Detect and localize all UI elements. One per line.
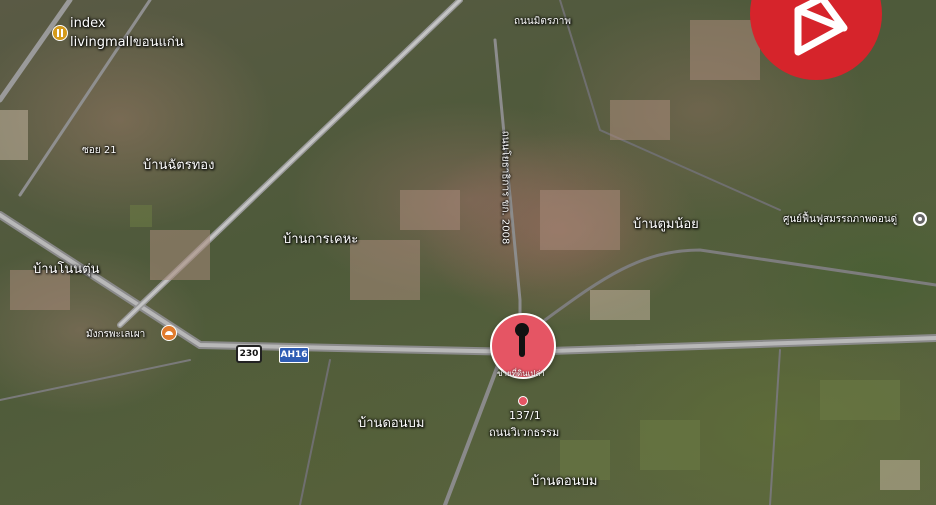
pin-address-street: ถนนวิเวกธรรม <box>489 426 560 439</box>
place-label-ban-nontun: บ้านโนนตุ่น <box>33 262 100 277</box>
road-east-vertical <box>769 349 781 505</box>
road-label-vertical: ถนนโยธาธิการ ขก. 2008 <box>499 130 511 245</box>
place-label-ban-tumnoi: บ้านตูมน้อย <box>633 217 699 232</box>
road-label-top: ถนนมิตรภาพ <box>514 16 571 27</box>
place-label-ban-karnkeha: บ้านการเคหะ <box>283 232 359 247</box>
place-icon[interactable] <box>913 212 927 226</box>
satellite-map[interactable]: index livingmallขอนแก่น ซอย 21 ถนนมิตรภา… <box>0 0 936 505</box>
road-southwest <box>0 359 191 401</box>
route-230-shield: 230 <box>236 345 262 363</box>
place-label-ban-chattong: บ้านฉัตรทอง <box>143 158 215 173</box>
brand-logo-icon[interactable] <box>750 0 882 80</box>
pin-label: ขายที่ดินเปล่า <box>497 369 545 378</box>
place-label-ban-donbom-2: บ้านดอนบม <box>531 474 598 489</box>
pin-anchor-dot <box>518 396 528 406</box>
poi-label-center[interactable]: ศูนย์ฟื้นฟูสมรรถภาพดอนดู่ <box>783 212 897 227</box>
poi-label-livingmall[interactable]: livingmallขอนแก่น <box>70 31 184 52</box>
soi-label: ซอย 21 <box>82 145 117 156</box>
route-ah16-shield: AH16 <box>279 347 309 363</box>
poi-label-index[interactable]: index <box>70 16 106 31</box>
road-south-2 <box>299 359 331 505</box>
pin-address-number: 137/1 <box>509 409 541 422</box>
pin-needle <box>515 323 529 357</box>
residential-blocks <box>10 20 760 310</box>
road-west <box>0 0 73 103</box>
poi-label-mangkorn[interactable]: มังกรพะเลเผา <box>86 327 145 342</box>
place-label-ban-donbom-1: บ้านดอนบม <box>358 416 425 431</box>
restaurant-icon[interactable] <box>161 325 177 341</box>
shopping-bag-icon[interactable] <box>52 25 68 41</box>
